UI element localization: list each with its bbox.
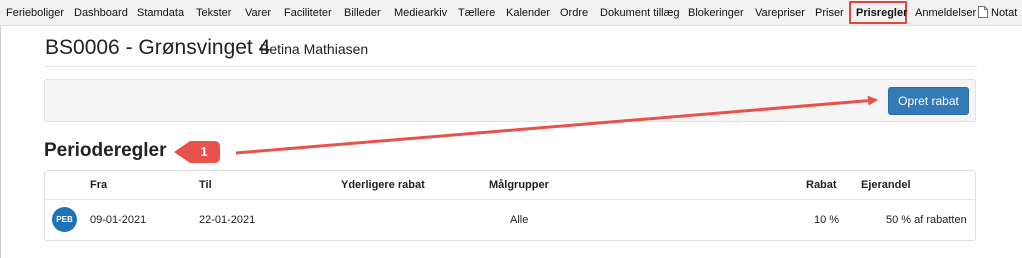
nav-blokeringer[interactable]: Blokeringer	[688, 0, 744, 25]
table-header-divider	[45, 199, 975, 200]
column-header-til: Til	[199, 179, 212, 191]
create-discount-button[interactable]: Opret rabat	[888, 87, 969, 115]
nav-ferieboliger[interactable]: Ferieboliger	[6, 0, 64, 25]
nav-billeder[interactable]: Billeder	[344, 0, 381, 25]
nav-stamdata[interactable]: Stamdata	[137, 0, 184, 25]
nav-faciliteter[interactable]: Faciliteter	[284, 0, 332, 25]
cell-til: 22-01-2021	[199, 214, 256, 226]
nav-mediearkiv[interactable]: Mediearkiv	[394, 0, 447, 25]
nav-anmeldelser[interactable]: Anmeldelser	[915, 0, 976, 25]
nav-varer[interactable]: Varer	[245, 0, 271, 25]
nav-dashboard[interactable]: Dashboard	[74, 0, 128, 25]
person-name: Betina Mathiasen	[260, 41, 369, 57]
nav-dokument-tillaeg[interactable]: Dokument tillæg	[600, 0, 679, 25]
top-navigation: Ferieboliger Dashboard Stamdata Tekster …	[0, 0, 1022, 26]
note-icon[interactable]	[978, 6, 988, 18]
nav-taellere[interactable]: Tællere	[458, 0, 495, 25]
cell-rabat: 10 %	[814, 214, 840, 226]
nav-notat[interactable]: Notat	[991, 0, 1017, 25]
nav-priser[interactable]: Priser	[815, 0, 844, 25]
column-header-rabat: Rabat	[806, 179, 837, 191]
action-bar	[44, 79, 976, 122]
column-header-maalgrupper: Målgrupper	[489, 179, 549, 191]
left-border	[0, 26, 1, 258]
annotation-number: 1	[200, 144, 208, 159]
nav-kalender[interactable]: Kalender	[506, 0, 550, 25]
nav-tekster[interactable]: Tekster	[196, 0, 231, 25]
nav-prisregler[interactable]: Prisregler	[856, 0, 907, 25]
page-title: BS0006 - Grønsvinget 4	[45, 36, 271, 59]
section-title: Perioderegler	[44, 140, 167, 161]
nav-ordre[interactable]: Ordre	[560, 0, 588, 25]
header-divider	[45, 66, 977, 67]
column-header-yderligere-rabat: Yderligere rabat	[341, 179, 425, 191]
cell-fra: 09-01-2021	[90, 214, 147, 226]
user-badge: PEB	[52, 207, 77, 232]
column-header-fra: Fra	[90, 179, 108, 191]
nav-varepriser[interactable]: Varepriser	[755, 0, 805, 25]
cell-maalgrupper: Alle	[510, 214, 529, 226]
column-header-ejerandel: Ejerandel	[861, 179, 911, 191]
cell-ejerandel: 50 % af rabatten	[886, 214, 967, 226]
